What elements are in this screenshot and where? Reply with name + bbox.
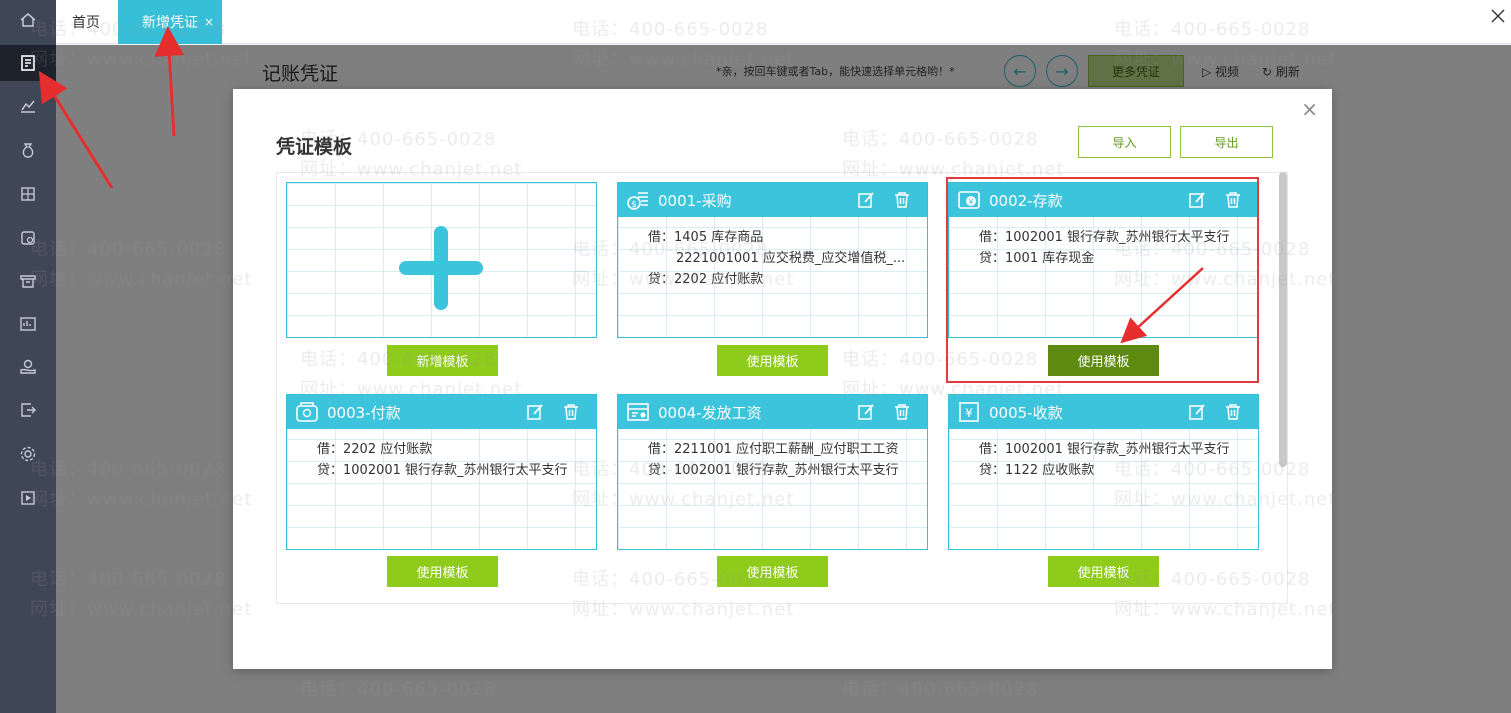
- ledger-icon[interactable]: [0, 176, 56, 212]
- export-icon[interactable]: [0, 392, 56, 428]
- tab-bar: 首页 新增凭证 ×: [56, 0, 1511, 44]
- home-icon[interactable]: [0, 2, 56, 38]
- edit-icon[interactable]: [524, 401, 546, 423]
- tab-close-icon[interactable]: ×: [204, 15, 214, 29]
- edit-icon[interactable]: [855, 401, 877, 423]
- import-button[interactable]: 导入: [1078, 126, 1171, 158]
- salary-icon: [626, 400, 650, 424]
- use-template-button-0004[interactable]: 使用模板: [717, 556, 828, 587]
- hand-coin-icon[interactable]: [0, 349, 56, 385]
- entry-line: 贷：1002001 银行存款_苏州银行太平支行: [648, 463, 899, 478]
- template-title: 0005-收款: [989, 403, 1063, 422]
- modal-title: 凭证模板: [276, 136, 353, 158]
- highlight-box: [946, 177, 1259, 383]
- template-card-header: $ 0001-采购: [618, 183, 927, 217]
- use-template-button-0005[interactable]: 使用模板: [1048, 556, 1159, 587]
- entry-line: 2221001001 应交税费_应交增值税_...: [676, 251, 906, 266]
- template-card-header: 0003-付款: [287, 395, 596, 429]
- template-title: 0003-付款: [327, 403, 401, 422]
- settings-icon[interactable]: [0, 436, 56, 472]
- report-icon[interactable]: [0, 220, 56, 256]
- template-title: 0004-发放工资: [658, 403, 762, 422]
- use-template-button-0001[interactable]: 使用模板: [717, 345, 828, 376]
- invoice-icon[interactable]: [0, 306, 56, 342]
- plus-icon-vertical: [434, 226, 448, 310]
- entry-line: 借：1405 库存商品: [648, 230, 764, 245]
- delete-icon[interactable]: [891, 189, 913, 211]
- template-entries: 借：1405 库存商品 2221001001 应交税费_应交增值税_... 贷：…: [648, 227, 921, 290]
- svg-text:¥: ¥: [965, 406, 973, 420]
- template-title: 0001-采购: [658, 191, 732, 210]
- template-card-0005[interactable]: ¥ 0005-收款 借：1002001 银行存款_苏州银行太平支行 贷：1122…: [948, 394, 1259, 550]
- video-icon[interactable]: [0, 480, 56, 516]
- template-card-0001[interactable]: $ 0001-采购 借：1405 库存商品 2221001001 应交税费_应交…: [617, 182, 928, 338]
- entry-line: 借：1002001 银行存款_苏州银行太平支行: [979, 442, 1230, 457]
- svg-text:$: $: [631, 200, 637, 210]
- edit-icon[interactable]: [1186, 401, 1208, 423]
- new-template-card[interactable]: [286, 182, 597, 338]
- payment-icon: [295, 400, 319, 424]
- entry-line: 借：2202 应付账款: [317, 442, 433, 457]
- use-template-button-0003[interactable]: 使用模板: [387, 556, 498, 587]
- template-card-header: ¥ 0005-收款: [949, 395, 1258, 429]
- template-entries: 借：2211001 应付职工薪酬_应付职工工资 贷：1002001 银行存款_苏…: [648, 439, 921, 481]
- new-template-button[interactable]: 新增模板: [387, 345, 498, 376]
- template-card-0004[interactable]: 0004-发放工资 借：2211001 应付职工薪酬_应付职工工资 贷：1002…: [617, 394, 928, 550]
- entry-line: 贷：1002001 银行存款_苏州银行太平支行: [317, 463, 568, 478]
- entry-line: 借：2211001 应付职工薪酬_应付职工工资: [648, 442, 899, 457]
- template-card-0003[interactable]: 0003-付款 借：2202 应付账款 贷：1002001 银行存款_苏州银行太…: [286, 394, 597, 550]
- money-bag-icon[interactable]: [0, 132, 56, 168]
- sidebar: [0, 0, 56, 713]
- modal-close-icon[interactable]: ×: [1301, 97, 1318, 121]
- purchase-icon: $: [626, 188, 650, 212]
- edit-icon[interactable]: [855, 189, 877, 211]
- entry-line: 贷：2202 应付账款: [648, 272, 764, 287]
- delete-icon[interactable]: [891, 401, 913, 423]
- entry-line: 贷：1122 应收账款: [979, 463, 1095, 478]
- template-entries: 借：1002001 银行存款_苏州银行太平支行 贷：1122 应收账款: [979, 439, 1252, 481]
- receipt-icon: ¥: [957, 400, 981, 424]
- export-button[interactable]: 导出: [1180, 126, 1273, 158]
- tab-home[interactable]: 首页: [72, 0, 100, 44]
- tab-new-voucher[interactable]: 新增凭证 ×: [118, 0, 222, 44]
- chart-icon[interactable]: [0, 88, 56, 124]
- delete-icon[interactable]: [560, 401, 582, 423]
- delete-icon[interactable]: [1222, 401, 1244, 423]
- template-entries: 借：2202 应付账款 贷：1002001 银行存款_苏州银行太平支行: [317, 439, 590, 481]
- window-close-icon[interactable]: [1491, 4, 1505, 28]
- scrollbar[interactable]: [1279, 172, 1287, 467]
- tab-home-label: 首页: [72, 15, 100, 31]
- store-icon[interactable]: [0, 263, 56, 299]
- voucher-icon[interactable]: [0, 45, 56, 81]
- tab-new-voucher-label: 新增凭证: [142, 15, 198, 31]
- template-card-header: 0004-发放工资: [618, 395, 927, 429]
